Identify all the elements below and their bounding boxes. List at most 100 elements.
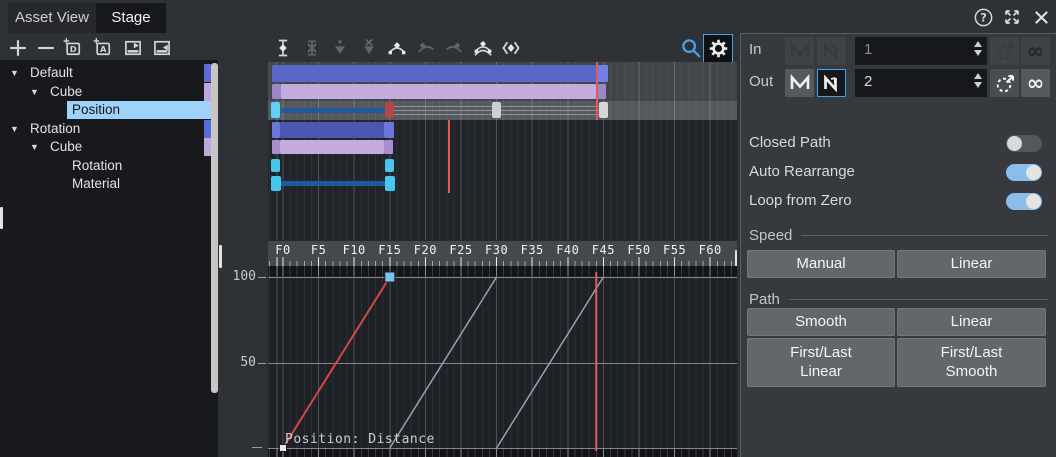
selected-curve-key[interactable] <box>385 272 395 282</box>
in-count-input[interactable]: 1 <box>855 37 987 65</box>
filter-keyframe-delete-icon[interactable] <box>357 36 381 60</box>
search-icon[interactable] <box>679 36 703 60</box>
timeline-bar[interactable] <box>272 140 281 154</box>
path-first-last-linear-button[interactable]: First/Last Linear <box>747 338 895 387</box>
out-count-spinner[interactable] <box>974 73 982 88</box>
stage-window: Asset View Stage ? DA ▼Default▼CubePosit… <box>0 0 1056 457</box>
out-wrap-m-button[interactable] <box>785 69 814 97</box>
speed-linear-button[interactable]: Linear <box>897 250 1046 278</box>
expand-caret-icon[interactable]: ▼ <box>30 83 39 101</box>
keyframe[interactable] <box>271 176 281 191</box>
curve-key-mid-icon[interactable] <box>414 36 438 60</box>
dopesheet[interactable] <box>268 62 737 240</box>
expand-caret-icon[interactable]: ▼ <box>10 64 19 82</box>
curve-plot[interactable] <box>268 266 737 457</box>
tree-item-rotation[interactable]: Rotation <box>0 157 218 175</box>
auto-rearrange-row: Auto Rearrange <box>741 163 1056 183</box>
tree-item-material[interactable]: Material <box>0 175 218 193</box>
tree-item-label: Rotation <box>30 120 80 138</box>
tab-stage[interactable]: Stage <box>96 3 166 33</box>
tree-item-cube[interactable]: ▼Cube <box>0 138 218 156</box>
tree-timeline-splitter-handle[interactable] <box>219 245 222 268</box>
timeline-bar[interactable] <box>384 122 394 138</box>
path-smooth-button[interactable]: Smooth <box>747 308 895 336</box>
loop-from-zero-toggle[interactable] <box>1006 193 1042 210</box>
minus-icon[interactable] <box>34 36 58 60</box>
save-play-icon[interactable] <box>121 36 145 60</box>
delete-keyframe-icon[interactable] <box>300 36 324 60</box>
in-wrap-n-button[interactable] <box>817 37 846 65</box>
out-loop-button[interactable] <box>990 69 1019 97</box>
insert-keyframe-icon[interactable] <box>271 36 295 60</box>
settings-gear-button[interactable] <box>703 34 733 63</box>
keyframe[interactable] <box>599 102 608 118</box>
playhead[interactable] <box>448 120 450 193</box>
out-infinity-button[interactable]: ∞ <box>1021 69 1050 97</box>
expand-caret-icon[interactable]: ▼ <box>30 138 39 156</box>
keyframe[interactable] <box>492 102 501 118</box>
timeline-bar[interactable] <box>272 84 281 99</box>
timeline-bar[interactable] <box>597 65 608 82</box>
curve-key-all-icon[interactable] <box>471 36 495 60</box>
add-d-icon[interactable]: D <box>61 36 85 60</box>
path-first-last-smooth-button[interactable]: First/Last Smooth <box>897 338 1046 387</box>
timeline-bar[interactable] <box>272 65 597 82</box>
path-linear-button[interactable]: Linear <box>897 308 1046 336</box>
timeline-bar[interactable] <box>281 84 596 99</box>
key-brackets-icon[interactable] <box>499 36 523 60</box>
closed-path-toggle[interactable] <box>1006 135 1042 152</box>
expand-caret-icon[interactable]: ▼ <box>10 120 19 138</box>
infinity-icon: ∞ <box>1027 41 1045 61</box>
in-infinity-button[interactable]: ∞ <box>1021 37 1050 65</box>
maximize-icon[interactable] <box>1001 6 1023 28</box>
timeline-bar[interactable] <box>272 122 281 138</box>
add-a-icon[interactable]: A <box>91 36 115 60</box>
tree-item-rotation[interactable]: ▼ Rotation <box>0 120 218 138</box>
help-icon[interactable]: ? <box>972 6 994 28</box>
in-count-spinner[interactable] <box>974 41 982 56</box>
curve-key-start-icon[interactable] <box>385 36 409 60</box>
frame-label: F20 <box>414 243 437 257</box>
close-icon[interactable] <box>1030 6 1052 28</box>
out-wrap-n-button[interactable] <box>817 69 846 97</box>
loop-from-zero-row: Loop from Zero <box>741 192 1056 212</box>
in-wrap-m-button[interactable] <box>785 37 814 65</box>
out-count-input[interactable]: 2 <box>855 69 987 97</box>
tree-item-default[interactable]: ▼Default <box>0 64 218 82</box>
tree-item-cube[interactable]: ▼Cube <box>0 83 218 101</box>
track-color-strip <box>204 138 211 156</box>
curve-editor[interactable]: Position: Distance <box>268 266 737 457</box>
path-section-header: Path <box>749 290 1048 308</box>
save-import-icon[interactable] <box>150 36 174 60</box>
frame-ruler[interactable]: F0F5F10F15F20F25F30F35F40F45F50F55F60 <box>268 240 737 266</box>
track-color-strip <box>204 120 211 138</box>
curve-segment[interactable] <box>283 277 390 448</box>
filter-keyframe-icon[interactable] <box>328 36 352 60</box>
timeline-bar[interactable] <box>280 122 384 138</box>
keyframe[interactable] <box>271 159 280 172</box>
keyframe-connector[interactable] <box>282 108 390 113</box>
curve-segment[interactable] <box>390 277 497 448</box>
in-loop-button[interactable] <box>990 37 1019 65</box>
curve-key-end-icon[interactable] <box>442 36 466 60</box>
tree-item-position[interactable]: Position <box>0 101 218 119</box>
tab-asset-view[interactable]: Asset View <box>8 3 96 33</box>
plus-icon[interactable] <box>6 36 30 60</box>
keyframe[interactable] <box>385 176 395 191</box>
left-edge-splitter-handle[interactable] <box>0 207 3 229</box>
keyframe-connector[interactable] <box>279 181 389 186</box>
timeline-bar[interactable] <box>280 140 384 154</box>
wrap-m-icon <box>789 40 811 62</box>
keyframe[interactable] <box>385 159 394 172</box>
keyframe[interactable] <box>385 102 394 118</box>
speed-manual-button[interactable]: Manual <box>747 250 895 278</box>
timeline-tree[interactable]: ▼Default▼CubePosition▼Rotation▼CubeRotat… <box>0 60 218 457</box>
frame-label: F55 <box>663 243 686 257</box>
timeline-bar[interactable] <box>384 140 393 154</box>
y-tick-0 <box>252 447 262 448</box>
curve-segment[interactable] <box>497 277 604 448</box>
auto-rearrange-toggle[interactable] <box>1006 164 1042 181</box>
playhead[interactable] <box>596 62 598 120</box>
frame-label: F25 <box>449 243 472 257</box>
keyframe[interactable] <box>271 102 280 118</box>
